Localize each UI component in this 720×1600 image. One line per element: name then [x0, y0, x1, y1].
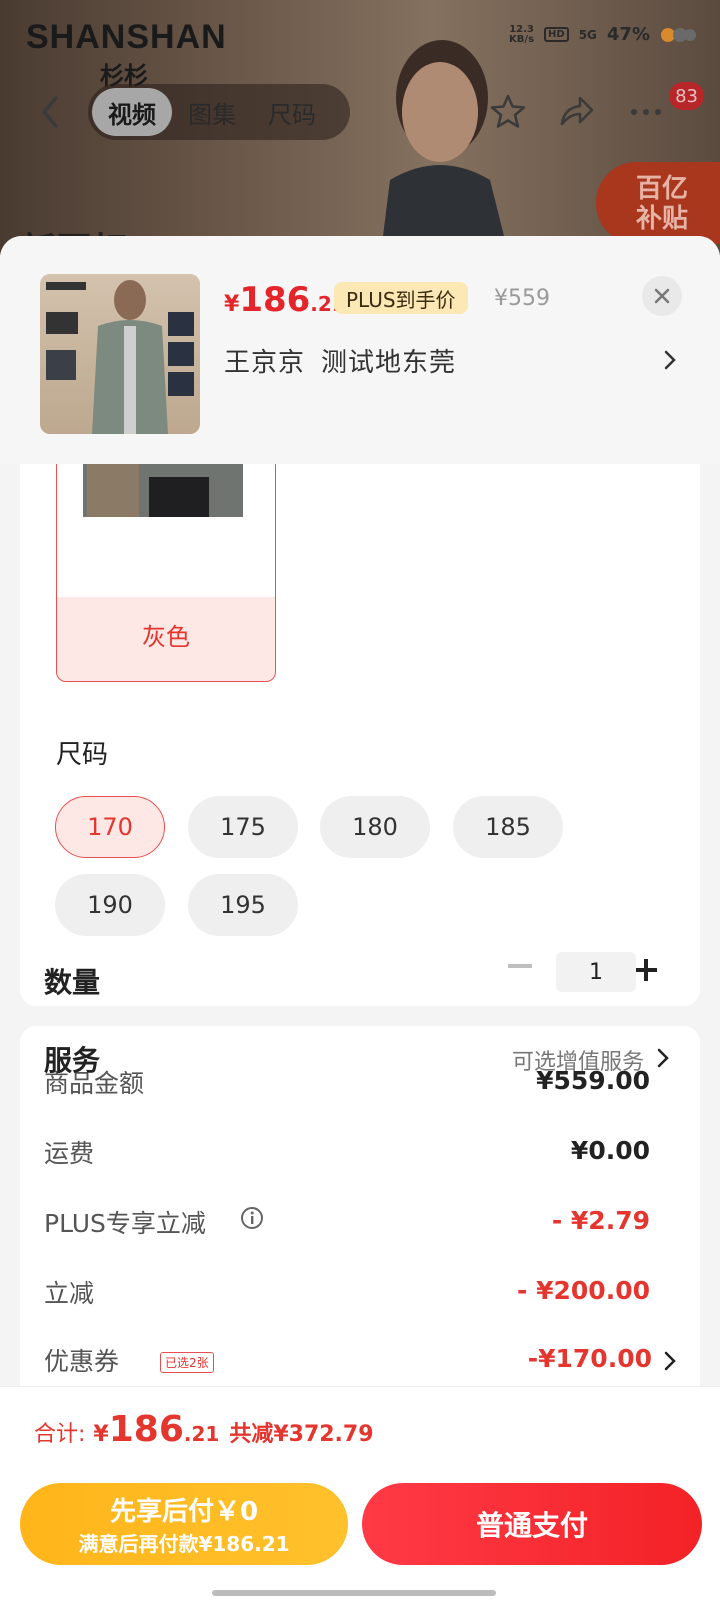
- network-speed: 12.3 KB/s: [509, 23, 535, 45]
- price-breakdown-card: 商品金额 ¥559.00 运费 ¥0.00 PLUS专享立减 - ¥2.79 立…: [20, 1026, 700, 1446]
- sale-price: ¥ 186 .21: [224, 280, 346, 320]
- quantity-plus-button[interactable]: [632, 956, 660, 984]
- model-photo: [380, 40, 510, 260]
- sheet-header: ¥ 186 .21 PLUS到手价 ¥559 王京京 测试地东莞: [0, 236, 720, 464]
- more-dots-icon[interactable]: [626, 92, 666, 132]
- favorite-star-icon[interactable]: [488, 92, 528, 132]
- size-option-175[interactable]: 175: [188, 796, 298, 858]
- size-section-title: 尺码: [56, 740, 109, 770]
- share-icon[interactable]: [556, 92, 596, 132]
- fee-row-plus-discount: PLUS专享立减 - ¥2.79: [44, 1206, 650, 1238]
- hd-indicator: HD: [544, 27, 569, 42]
- pay-later-button[interactable]: 先享后付￥0 满意后再付款¥186.21: [20, 1483, 348, 1565]
- total-savings: 共减¥372.79: [229, 1422, 374, 1447]
- quantity-label: 数量: [44, 966, 101, 999]
- fee-row-shipping: 运费 ¥0.00: [44, 1136, 650, 1168]
- fee-row-instant-discount: 立减 - ¥200.00: [44, 1276, 650, 1308]
- size-option-170[interactable]: 170: [55, 796, 165, 858]
- battery-percent: 47%: [606, 24, 650, 45]
- size-option-180[interactable]: 180: [320, 796, 430, 858]
- product-hero-background: SHANSHAN 杉杉 12.3 KB/s HD 5G 47% 视频 图集 尺码…: [0, 0, 720, 260]
- status-bar: 12.3 KB/s HD 5G 47%: [509, 24, 696, 45]
- back-arrow-icon[interactable]: [36, 92, 64, 132]
- address-chevron-icon[interactable]: [662, 348, 678, 372]
- size-option-185[interactable]: 185: [453, 796, 563, 858]
- tab-gallery[interactable]: 图集: [172, 88, 252, 136]
- media-tabs: 视频 图集 尺码: [88, 84, 350, 140]
- size-option-195[interactable]: 195: [188, 874, 298, 936]
- color-option-gray[interactable]: 灰色: [56, 456, 276, 682]
- coupon-chevron-icon[interactable]: [664, 1350, 676, 1372]
- original-price: ¥559: [494, 286, 550, 311]
- chevron-right-icon[interactable]: [656, 1046, 670, 1070]
- battery-icon: [661, 27, 696, 42]
- normal-pay-button[interactable]: 普通支付: [362, 1483, 702, 1565]
- address-text: 测试地东莞: [321, 348, 457, 378]
- quantity-minus-button[interactable]: [508, 964, 532, 968]
- close-icon: [654, 288, 670, 304]
- signal-indicator: 5G: [578, 27, 597, 42]
- sku-options-card: 灰色 尺码 170 175 180 185 190 195 数量 服务 可选增值…: [20, 376, 700, 1077]
- service-label: 服务: [44, 1044, 101, 1077]
- plus-price-tag: PLUS到手价: [334, 282, 468, 314]
- info-icon[interactable]: [240, 1206, 264, 1230]
- message-count-badge: 83: [669, 82, 704, 110]
- size-option-190[interactable]: 190: [55, 874, 165, 936]
- color-option-image: [57, 457, 275, 597]
- coupon-selected-tag: 已选2张: [160, 1352, 214, 1373]
- fee-row-coupon[interactable]: 优惠券 已选2张 -¥170.00: [44, 1342, 676, 1382]
- subsidy-badge[interactable]: 百亿 补贴: [596, 162, 720, 244]
- delivery-address[interactable]: 王京京 测试地东莞: [224, 342, 472, 379]
- brand-logo: SHANSHAN: [26, 18, 227, 56]
- tab-size[interactable]: 尺码: [252, 88, 332, 136]
- address-name: 王京京: [224, 348, 306, 378]
- quantity-input[interactable]: 1: [556, 952, 636, 992]
- color-option-label: 灰色: [142, 623, 190, 651]
- close-button[interactable]: [642, 276, 682, 316]
- tab-video[interactable]: 视频: [92, 88, 172, 136]
- order-total: 合计: ¥ 186 .21 共减¥372.79: [34, 1409, 374, 1450]
- home-indicator: [212, 1590, 496, 1596]
- color-option-photo: [57, 457, 275, 597]
- checkout-bar: 合计: ¥ 186 .21 共减¥372.79 先享后付￥0 满意后再付款¥18…: [0, 1386, 720, 1600]
- product-thumbnail-image: [46, 280, 194, 434]
- product-thumbnail: [40, 274, 200, 434]
- service-hint[interactable]: 可选增值服务: [512, 1044, 644, 1076]
